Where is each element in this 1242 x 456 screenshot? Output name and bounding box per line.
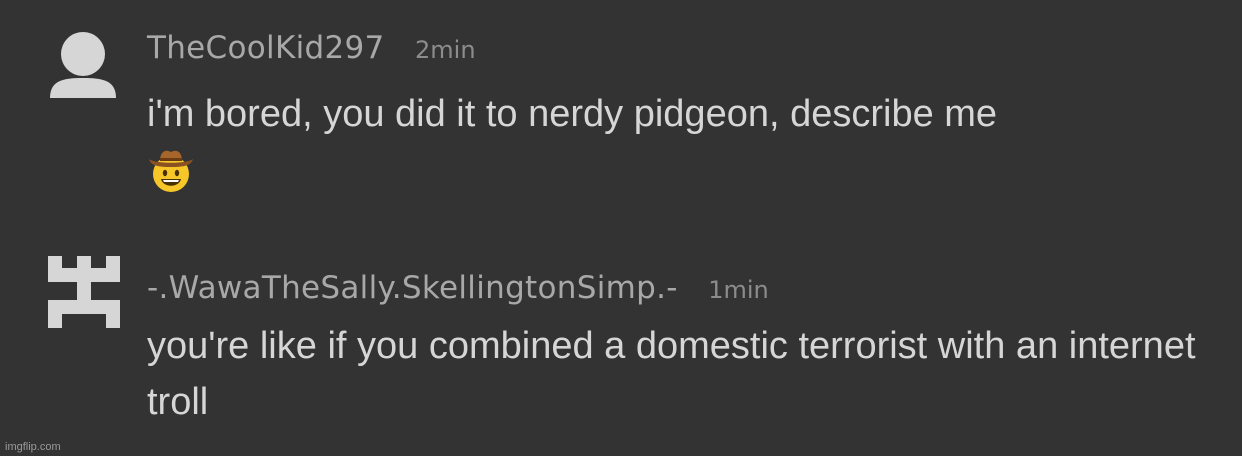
cowboy-hat-face-icon <box>149 150 193 192</box>
default-avatar-icon[interactable] <box>48 30 118 98</box>
comment-text: i'm bored, you did it to nerdy pidgeon, … <box>147 86 1207 194</box>
comment-text: you're like if you combined a domestic t… <box>147 318 1207 430</box>
comment-text-content: you're like if you combined a domestic t… <box>147 325 1196 423</box>
timestamp: 1min <box>708 276 769 304</box>
username[interactable]: -.WawaTheSally.SkellingtonSimp.- <box>147 270 678 306</box>
pixel-glyph-avatar-icon[interactable] <box>46 254 122 330</box>
comment-2: -.WawaTheSally.SkellingtonSimp.- 1min yo… <box>0 230 1242 456</box>
username[interactable]: TheCoolKid297 <box>147 30 385 66</box>
comment-meta: TheCoolKid297 2min <box>147 30 476 66</box>
comment-meta: -.WawaTheSally.SkellingtonSimp.- 1min <box>147 270 769 306</box>
imgflip-watermark: imgflip.com <box>5 441 61 453</box>
timestamp: 2min <box>415 36 476 64</box>
comment-text-content: i'm bored, you did it to nerdy pidgeon, … <box>147 93 998 135</box>
comment-1: TheCoolKid297 2min i'm bored, you did it… <box>0 0 1242 230</box>
